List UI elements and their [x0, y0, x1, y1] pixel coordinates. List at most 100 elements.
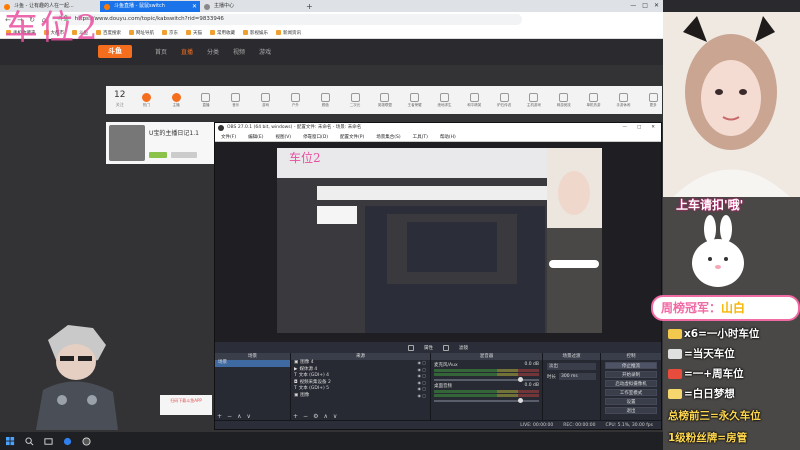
- close-window-button[interactable]: ✕: [651, 123, 655, 133]
- category-item[interactable]: 主播: [167, 92, 185, 108]
- globe-icon: [204, 4, 210, 10]
- url-field[interactable]: 斗鱼 https://www.douyu.com/topic/kabswitch…: [52, 14, 522, 25]
- maximize-button[interactable]: □: [642, 0, 648, 12]
- add-icon[interactable]: +: [293, 413, 298, 420]
- category-item[interactable]: 王者荣耀: [406, 92, 424, 108]
- category-item[interactable]: 手游休闲: [614, 92, 632, 108]
- category-item[interactable]: 单机热游: [585, 92, 603, 108]
- menu-profile[interactable]: 配置文件(P): [340, 134, 364, 140]
- app-download-banner[interactable]: 扫码下载斗鱼APP: [160, 395, 212, 415]
- gear-icon[interactable]: ⚙: [313, 413, 318, 420]
- bookmark-item[interactable]: 新闻资讯: [276, 30, 301, 36]
- menu-view[interactable]: 视图(V): [275, 134, 291, 140]
- move-down-icon[interactable]: ∨: [333, 413, 337, 420]
- remove-icon[interactable]: −: [303, 413, 308, 420]
- menu-help[interactable]: 帮助(H): [440, 134, 456, 140]
- obs-preview[interactable]: 车位2: [215, 142, 661, 342]
- live-timer: LIVE: 00:00:00: [520, 422, 554, 428]
- nav-home[interactable]: 首页: [155, 47, 167, 56]
- menu-scene-collection[interactable]: 场景集合(S): [376, 134, 400, 140]
- bookmark-item[interactable]: 天猫: [186, 30, 202, 36]
- move-up-icon[interactable]: ∧: [237, 413, 241, 420]
- nav-game[interactable]: 游戏: [259, 47, 271, 56]
- browser-icon[interactable]: [63, 437, 72, 446]
- studio-mode-button[interactable]: 工作室模式: [605, 389, 657, 396]
- settings-button[interactable]: 设置: [605, 398, 657, 405]
- rule-item: x6=一小时车位: [668, 326, 759, 341]
- eye-icon[interactable]: ◉ ▢: [417, 393, 426, 400]
- filter-icon[interactable]: [443, 344, 449, 351]
- category-item[interactable]: 更多: [644, 92, 662, 108]
- search-icon[interactable]: [25, 436, 34, 446]
- nav-category[interactable]: 分类: [207, 47, 219, 56]
- target-icon: [439, 92, 449, 102]
- task-view-icon[interactable]: [44, 437, 53, 446]
- bookmark-item[interactable]: 百度搜索: [96, 30, 121, 36]
- gear-icon[interactable]: [408, 344, 414, 351]
- tab-streamer-center[interactable]: 主播中心: [200, 1, 300, 12]
- slider-handle[interactable]: [518, 377, 523, 382]
- properties-button[interactable]: 属性: [424, 345, 433, 351]
- transition-select[interactable]: 淡出: [547, 363, 596, 370]
- start-recording-button[interactable]: 开始录制: [605, 371, 657, 378]
- minimize-button[interactable]: —: [622, 123, 627, 133]
- sword-icon: [559, 92, 569, 102]
- move-up-icon[interactable]: ∧: [323, 413, 327, 420]
- move-down-icon[interactable]: ∨: [246, 413, 250, 420]
- start-virtual-camera-button[interactable]: 启动虚拟摄像机: [605, 380, 657, 387]
- category-item[interactable]: 英雄联盟: [376, 92, 394, 108]
- nav-live[interactable]: 直播: [181, 47, 193, 56]
- volume-slider[interactable]: [434, 398, 539, 403]
- filters-button[interactable]: 滤镜: [459, 345, 468, 351]
- obs-icon[interactable]: [82, 436, 91, 446]
- slider-handle[interactable]: [518, 398, 523, 403]
- new-tab-button[interactable]: +: [300, 1, 319, 12]
- douyu-logo[interactable]: 斗鱼: [98, 45, 132, 58]
- remove-icon[interactable]: −: [227, 413, 232, 420]
- category-item[interactable]: 直播: [197, 92, 215, 108]
- follow-count[interactable]: 12 关注: [114, 91, 125, 109]
- menu-docks[interactable]: 停靠窗口(D): [303, 134, 328, 140]
- minimize-button[interactable]: —: [630, 0, 636, 12]
- category-item[interactable]: 二次元: [346, 92, 364, 108]
- window-controls: — □ ✕: [630, 0, 659, 12]
- bookmark-item[interactable]: 京东: [162, 30, 178, 36]
- category-item[interactable]: 音乐: [227, 92, 245, 108]
- dock-header: 场景: [215, 353, 290, 360]
- category-item[interactable]: 颜值: [316, 92, 334, 108]
- category-item[interactable]: 绝地求生: [436, 92, 454, 108]
- room-card[interactable]: U宝的主播日记1.1: [106, 122, 216, 164]
- duration-input[interactable]: 300 ms: [559, 373, 596, 380]
- menu-file[interactable]: 文件(F): [221, 134, 236, 140]
- category-item[interactable]: 户外: [287, 92, 305, 108]
- category-item[interactable]: 热门: [137, 92, 155, 108]
- volume-slider[interactable]: [434, 377, 539, 382]
- obs-window: OBS 27.0.1 (64 bit, windows) - 配置文件: 未命名…: [214, 122, 662, 430]
- nav-video[interactable]: 视频: [233, 47, 245, 56]
- source-toolbar: 属性 滤镜: [215, 342, 661, 353]
- menu-tools[interactable]: 工具(T): [413, 134, 428, 140]
- gamepad-icon: [261, 92, 271, 102]
- category-item[interactable]: 主机游戏: [525, 92, 543, 108]
- star-icon: [171, 92, 181, 102]
- room-title: U宝的主播日记1.1: [149, 130, 199, 137]
- menu-edit[interactable]: 编辑(E): [248, 134, 263, 140]
- close-window-button[interactable]: ✕: [654, 0, 659, 12]
- tab-douyu-live[interactable]: 斗鱼直播 - 鼠鼠switch ✕: [100, 1, 200, 12]
- category-item[interactable]: 游戏: [257, 92, 275, 108]
- bookmark-item[interactable]: 影视娱乐: [243, 30, 268, 36]
- category-item[interactable]: 和平精英: [465, 92, 483, 108]
- add-icon[interactable]: +: [217, 413, 222, 420]
- maximize-button[interactable]: □: [637, 123, 641, 133]
- exit-button[interactable]: 退出: [605, 407, 657, 414]
- category-item[interactable]: 网游竞技: [555, 92, 573, 108]
- close-tab-icon[interactable]: ✕: [192, 1, 197, 12]
- category-item[interactable]: 炉石传说: [495, 92, 513, 108]
- windows-start-icon[interactable]: [6, 436, 15, 446]
- bookmark-item[interactable]: 常用收藏: [210, 30, 235, 36]
- image-icon: ▣: [294, 392, 299, 398]
- stop-streaming-button[interactable]: 停止推流: [605, 362, 657, 369]
- scene-item[interactable]: 场景: [215, 360, 290, 367]
- source-item[interactable]: ▣ 图像 ◉ ▢: [291, 393, 430, 400]
- bookmark-item[interactable]: 网址导航: [129, 30, 154, 36]
